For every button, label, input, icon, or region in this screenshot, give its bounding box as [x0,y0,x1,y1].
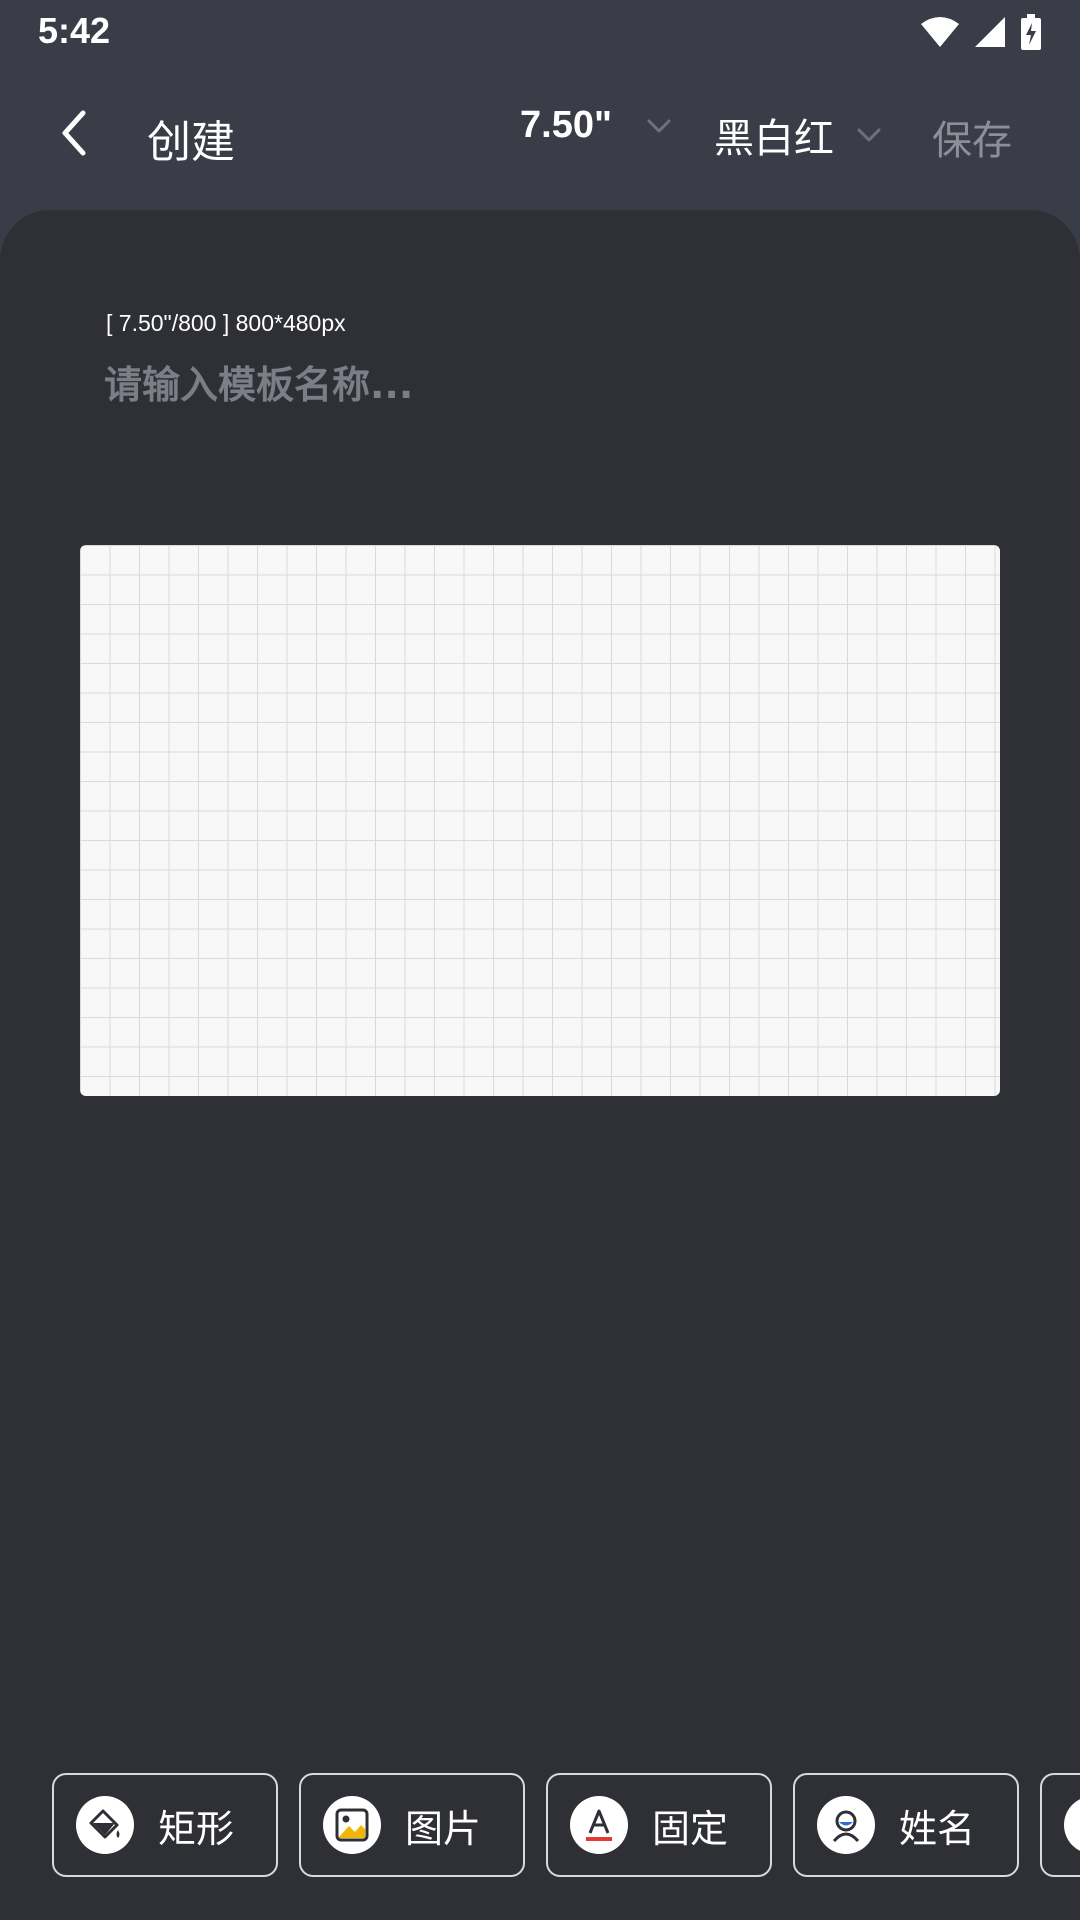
battery-icon [1020,14,1042,50]
color-mode-value: 黑白红 [714,116,834,162]
paint-bucket-icon [76,1796,134,1854]
chevron-down-icon [646,118,672,134]
chevron-down-icon [856,127,882,143]
wifi-icon [920,16,960,48]
status-icons [920,14,1042,50]
partial-tool-icon [1064,1796,1080,1854]
text-icon [570,1796,628,1854]
tool-label: 图片 [405,1806,482,1851]
more-tool-button[interactable] [1040,1773,1080,1877]
app-bar: 创建 7.50" 黑白红 保存 [0,66,1080,206]
signal-icon [974,16,1006,48]
status-time: 5:42 [38,10,111,51]
add-fixed-text-button[interactable]: 固定 [546,1773,772,1877]
content-panel: [ 7.50"/800 ] 800*480px [0,210,1080,1920]
template-size-info: [ 7.50"/800 ] 800*480px [106,310,346,336]
status-bar: 5:42 [0,0,1080,66]
tool-label: 固定 [652,1806,729,1851]
element-toolbar: 矩形 图片 固定 姓名 [52,1773,1080,1877]
add-image-button[interactable]: 图片 [299,1773,525,1877]
add-rectangle-button[interactable]: 矩形 [52,1773,278,1877]
color-mode-dropdown[interactable]: 黑白红 [714,106,882,164]
add-name-field-button[interactable]: 姓名 [793,1773,1019,1877]
person-icon [817,1796,875,1854]
chevron-left-icon [55,109,95,161]
image-icon [323,1796,381,1854]
tool-label: 姓名 [899,1806,976,1851]
template-name-input[interactable] [104,350,804,420]
back-button[interactable] [40,100,110,170]
save-button[interactable]: 保存 [932,108,1012,166]
template-canvas[interactable] [80,545,1000,1096]
screen-size-dropdown[interactable]: 7.50" [520,104,672,147]
page-title: 创建 [147,117,235,168]
tool-label: 矩形 [158,1806,235,1851]
screen-size-value: 7.50" [520,104,612,146]
